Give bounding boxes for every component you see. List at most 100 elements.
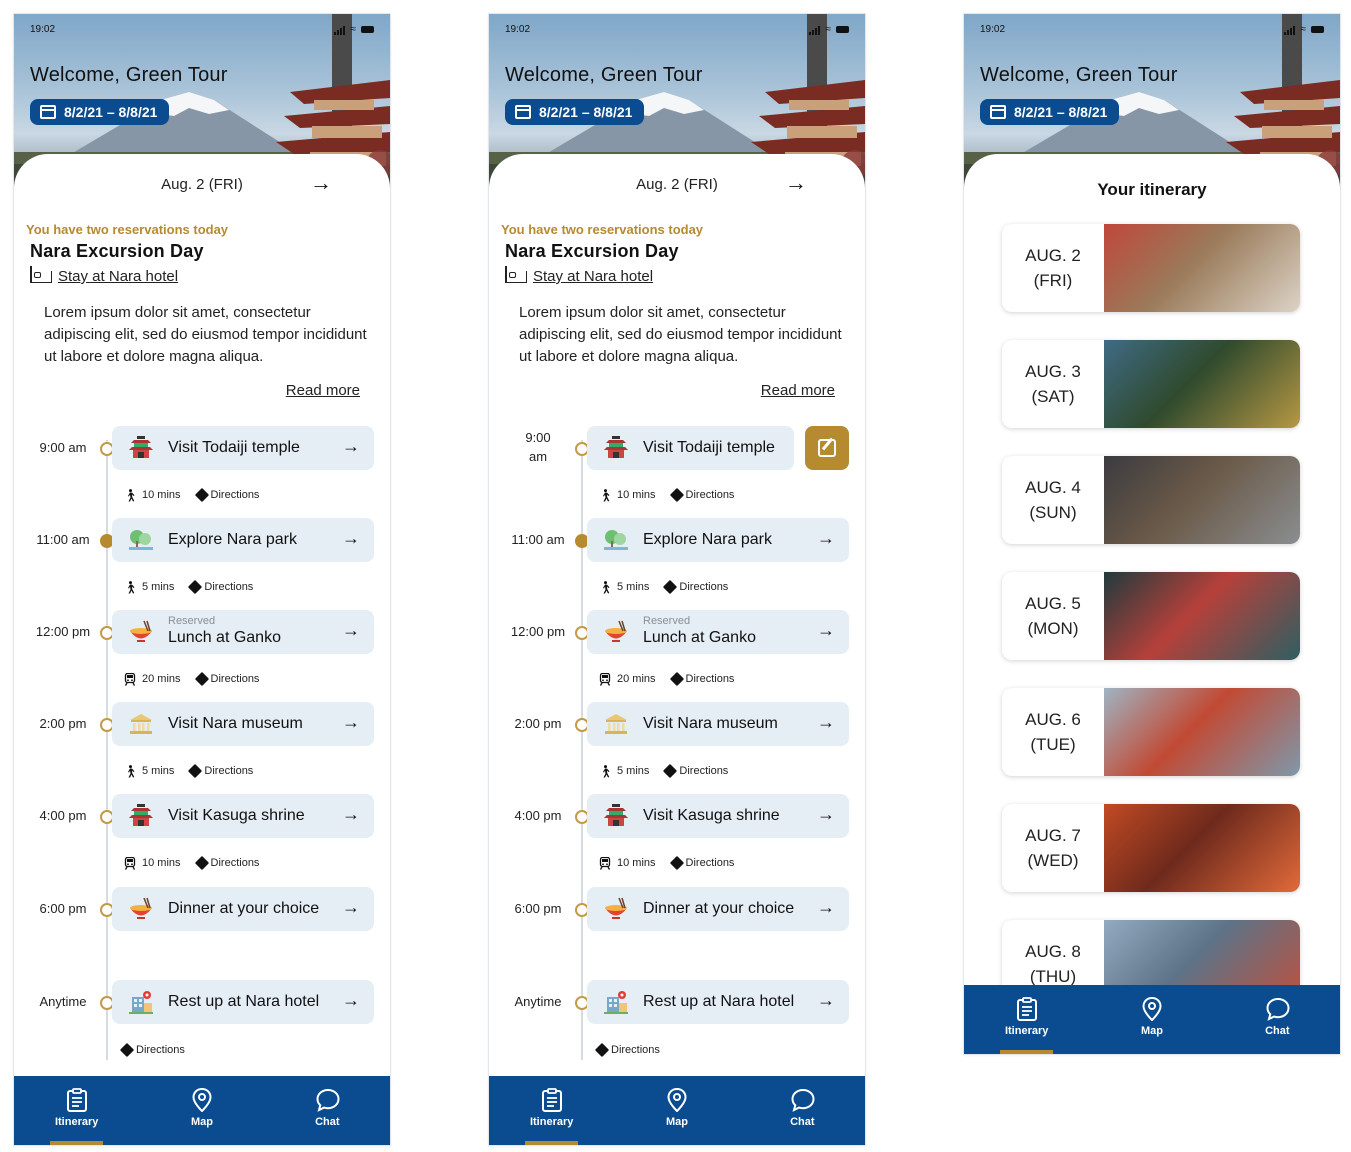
- day-date: AUG. 6 (TUE): [1025, 710, 1081, 754]
- read-more-link[interactable]: Read more: [286, 382, 360, 399]
- tab-map[interactable]: Map: [614, 1076, 739, 1145]
- travel-info: 10 mins Directions: [599, 487, 734, 503]
- itinerary-day-card[interactable]: AUG. 3 (SAT): [1002, 340, 1300, 428]
- park-icon: [128, 527, 154, 553]
- event-card[interactable]: Explore Nara park →: [587, 518, 849, 562]
- timeline-event: 6:00 pm Dinner at your choice →: [489, 887, 865, 933]
- status-bar: 19:02 ≈: [980, 22, 1324, 36]
- event-card[interactable]: Visit Todaiji temple: [587, 426, 794, 470]
- date-range-button[interactable]: 8/2/21 – 8/8/21: [980, 99, 1120, 125]
- temple-icon: [128, 803, 154, 829]
- directions-link[interactable]: Directions: [187, 855, 259, 871]
- next-day-arrow-icon[interactable]: →: [785, 170, 807, 196]
- reservations-note: You have two reservations today: [501, 222, 704, 237]
- directions-icon: [188, 579, 203, 595]
- directions-link[interactable]: Directions: [180, 763, 253, 779]
- event-card[interactable]: Dinner at your choice →: [112, 887, 374, 931]
- welcome-title: Welcome, Green Tour: [980, 64, 1178, 86]
- itinerary-day-card[interactable]: AUG. 2 (FRI): [1002, 224, 1300, 312]
- tab-label: Map: [1140, 1025, 1163, 1037]
- directions-link[interactable]: Directions: [594, 1042, 660, 1058]
- directions-icon: [669, 671, 684, 687]
- golden-pavilion-photo: [1104, 340, 1300, 428]
- museum-icon: [128, 711, 154, 737]
- event-card[interactable]: Visit Nara museum →: [587, 702, 849, 746]
- event-time: 11:00 am: [36, 532, 90, 547]
- event-card[interactable]: Visit Nara museum →: [112, 702, 374, 746]
- tab-chat[interactable]: Chat: [740, 1076, 865, 1145]
- itinerary-day-card[interactable]: AUG. 7 (WED): [1002, 804, 1300, 892]
- arrow-right-icon: →: [342, 990, 360, 1010]
- tab-map[interactable]: Map: [139, 1076, 264, 1145]
- event-card[interactable]: Rest up at Nara hotel →: [112, 980, 374, 1024]
- directions-link[interactable]: Directions: [187, 487, 259, 503]
- event-time: 6:00 pm: [514, 901, 562, 916]
- arrow-right-icon: →: [342, 804, 360, 824]
- edit-button[interactable]: [805, 426, 849, 470]
- directions-link[interactable]: Directions: [662, 671, 734, 687]
- calendar-icon: [990, 105, 1006, 119]
- tab-label: Itinerary: [529, 1116, 574, 1128]
- directions-link[interactable]: Directions: [655, 579, 728, 595]
- night-alley-photo: [1104, 572, 1300, 660]
- directions-link[interactable]: Directions: [655, 763, 728, 779]
- event-label: Lunch at Ganko: [643, 629, 756, 646]
- travel-info: 5 mins Directions: [599, 763, 728, 779]
- status-icons: ≈: [1283, 23, 1324, 35]
- stay-link[interactable]: Stay at Nara hotel: [30, 265, 178, 285]
- tab-itinerary[interactable]: Itinerary: [14, 1076, 139, 1145]
- next-day-arrow-icon[interactable]: →: [310, 170, 332, 196]
- directions-link[interactable]: Directions: [180, 579, 253, 595]
- event-label: Explore Nara park: [168, 531, 297, 548]
- tab-chat[interactable]: Chat: [1215, 985, 1340, 1054]
- travel-duration: 5 mins: [142, 581, 175, 593]
- tab-itinerary[interactable]: Itinerary: [964, 985, 1089, 1054]
- event-card[interactable]: Explore Nara park →: [112, 518, 374, 562]
- directions-link[interactable]: Directions: [662, 487, 734, 503]
- directions-link[interactable]: Directions: [662, 855, 734, 871]
- day-label: Aug. 2 (FRI): [161, 176, 243, 193]
- date-range-button[interactable]: 8/2/21 – 8/8/21: [505, 99, 645, 125]
- event-card[interactable]: Dinner at your choice →: [587, 887, 849, 931]
- day-date: AUG. 7 (WED): [1025, 826, 1081, 870]
- wifi-icon: ≈: [825, 23, 832, 35]
- temple-icon: [128, 435, 154, 461]
- directions-icon: [594, 1042, 610, 1058]
- tab-map[interactable]: Map: [1089, 985, 1214, 1054]
- itinerary-day-card[interactable]: AUG. 4 (SUN): [1002, 456, 1300, 544]
- travel-info: 5 mins Directions: [124, 763, 253, 779]
- ramen-icon: [128, 896, 154, 922]
- event-card[interactable]: Reserved Lunch at Ganko →: [587, 610, 849, 654]
- arrow-right-icon: →: [342, 620, 360, 640]
- directions-link[interactable]: Directions: [187, 671, 259, 687]
- directions-link[interactable]: Directions: [119, 1042, 185, 1058]
- travel-duration: 5 mins: [617, 765, 650, 777]
- event-card[interactable]: Visit Todaiji temple →: [112, 426, 374, 470]
- event-card[interactable]: Visit Kasuga shrine →: [112, 794, 374, 838]
- stay-link[interactable]: Stay at Nara hotel: [505, 265, 653, 285]
- old-street-photo: [1104, 456, 1300, 544]
- arrow-right-icon: →: [817, 528, 835, 548]
- wifi-icon: ≈: [1300, 23, 1307, 35]
- event-card[interactable]: Rest up at Nara hotel →: [587, 980, 849, 1024]
- day-date: AUG. 5 (MON): [1025, 594, 1081, 638]
- floating-torii-photo: [1104, 688, 1300, 776]
- tab-label: Itinerary: [1004, 1025, 1049, 1037]
- edit-icon: [818, 439, 836, 457]
- tab-chat[interactable]: Chat: [265, 1076, 390, 1145]
- travel-duration: 20 mins: [617, 673, 656, 685]
- event-label: Lunch at Ganko: [168, 629, 281, 646]
- event-card[interactable]: Reserved Lunch at Ganko →: [112, 610, 374, 654]
- event-time: Anytime: [39, 994, 87, 1009]
- read-more-link[interactable]: Read more: [761, 382, 835, 399]
- hotel-icon: [603, 989, 629, 1015]
- tab-itinerary[interactable]: Itinerary: [489, 1076, 614, 1145]
- arrow-right-icon: →: [817, 804, 835, 824]
- date-range-button[interactable]: 8/2/21 – 8/8/21: [30, 99, 170, 125]
- event-card[interactable]: Visit Kasuga shrine →: [587, 794, 849, 838]
- temple-icon: [603, 435, 629, 461]
- event-label: Dinner at your choice: [168, 900, 320, 917]
- itinerary-day-card[interactable]: AUG. 5 (MON): [1002, 572, 1300, 660]
- timeline-event: 2:00 pm Visit Nara museum →: [489, 702, 865, 748]
- itinerary-day-card[interactable]: AUG. 6 (TUE): [1002, 688, 1300, 776]
